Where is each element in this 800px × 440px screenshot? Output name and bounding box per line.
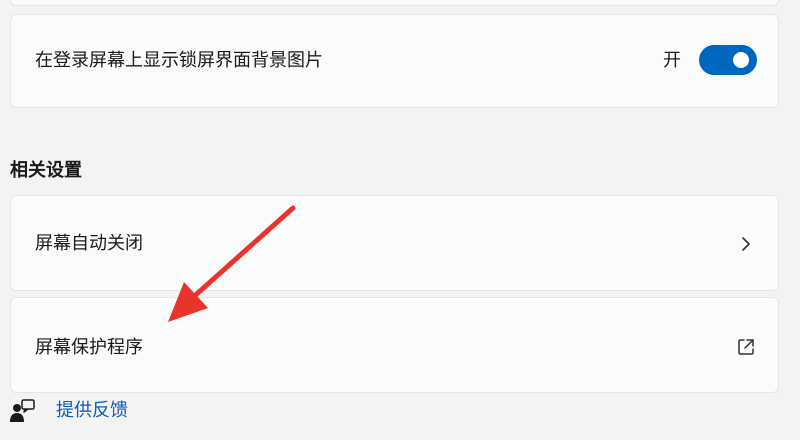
lock-screen-background-row: 在登录屏幕上显示锁屏界面背景图片 开 [10,14,779,108]
related-setting-screen-saver[interactable]: 屏幕保护程序 [10,297,779,393]
related-setting-screen-auto-off[interactable]: 屏幕自动关闭 [10,195,779,291]
toggle-state-label: 开 [663,50,681,71]
screen-auto-off-label: 屏幕自动关闭 [35,233,143,254]
chevron-right-icon [742,237,750,251]
screen-saver-label: 屏幕保护程序 [35,337,143,358]
lock-screen-background-label: 在登录屏幕上显示锁屏界面背景图片 [35,50,323,71]
external-link-icon [738,339,754,355]
lock-screen-background-toggle[interactable] [699,45,757,75]
feedback-icon [10,399,35,422]
toggle-knob [733,52,749,68]
related-settings-header: 相关设置 [10,160,82,181]
previous-setting-card [10,0,779,6]
feedback-link[interactable]: 提供反馈 [56,400,128,422]
